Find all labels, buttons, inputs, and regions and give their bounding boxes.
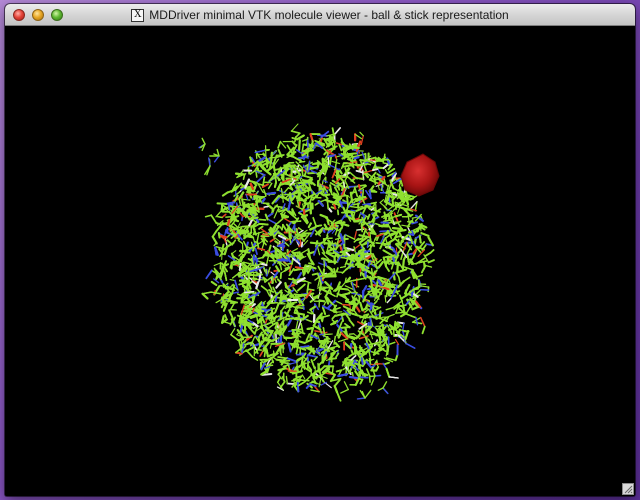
- scene-background: [5, 26, 635, 496]
- viewer-window: X MDDriver minimal VTK molecule viewer -…: [5, 4, 635, 496]
- molecule-scene[interactable]: [5, 26, 635, 496]
- resize-grip-icon[interactable]: [622, 483, 634, 495]
- window-title: MDDriver minimal VTK molecule viewer - b…: [149, 8, 509, 22]
- title-bar[interactable]: X MDDriver minimal VTK molecule viewer -…: [5, 4, 635, 26]
- render-viewport[interactable]: [5, 26, 635, 496]
- x11-icon: X: [131, 8, 145, 22]
- title-container: X MDDriver minimal VTK molecule viewer -…: [5, 4, 635, 26]
